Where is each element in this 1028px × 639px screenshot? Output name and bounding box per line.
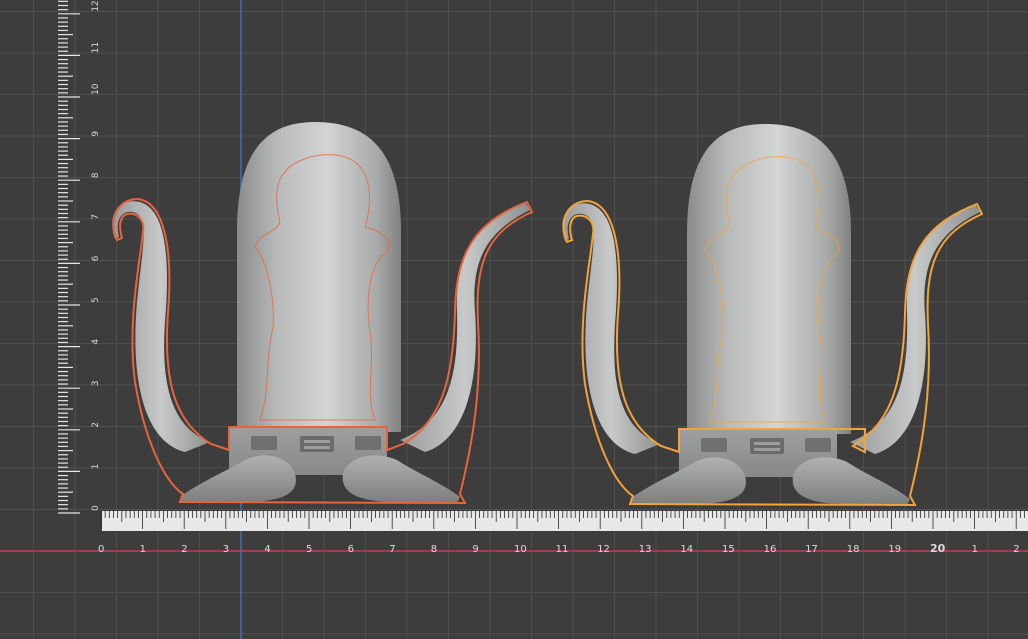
ruler-label: 10 bbox=[91, 83, 101, 95]
ruler-label: 4 bbox=[91, 339, 101, 345]
ruler-label: 0 bbox=[91, 505, 101, 511]
ruler-label: 13 bbox=[639, 544, 652, 555]
ruler-label: 3 bbox=[91, 380, 101, 386]
ruler-label: 6 bbox=[91, 255, 101, 261]
ruler-label: 1 bbox=[972, 544, 978, 555]
ruler-label: 7 bbox=[389, 544, 395, 555]
3d-viewport[interactable]: 0123456789101112 0 1 2 3 4 5 6 7 8 9 10 11 12 13 14 15 1… bbox=[0, 0, 1028, 639]
ruler-label: 8 bbox=[431, 544, 437, 555]
ruler-label: 11 bbox=[556, 544, 569, 555]
ruler-label: 20 bbox=[930, 542, 946, 555]
ruler-label: 9 bbox=[91, 131, 101, 137]
ruler-label: 9 bbox=[472, 544, 478, 555]
ruler-label: 3 bbox=[223, 544, 229, 555]
ruler-label: 4 bbox=[264, 544, 270, 555]
ruler-label: 10 bbox=[514, 544, 527, 555]
ruler-label: 16 bbox=[764, 544, 777, 555]
ruler-label: 8 bbox=[91, 172, 101, 178]
ruler-label: 15 bbox=[722, 544, 735, 555]
ruler-label: 2 bbox=[181, 544, 187, 555]
ruler-label: 1 bbox=[91, 464, 101, 470]
ruler-label: 12 bbox=[597, 544, 610, 555]
ruler-label: 19 bbox=[888, 544, 901, 555]
ruler-label: 5 bbox=[306, 544, 312, 555]
ruler-label: 11 bbox=[91, 42, 101, 53]
ruler-label: 2 bbox=[1013, 544, 1019, 555]
vertical-ruler: 0123456789101112 bbox=[58, 0, 101, 514]
ruler-label: 0 bbox=[98, 544, 104, 555]
ruler-label: 17 bbox=[805, 544, 818, 555]
ruler-label: 6 bbox=[348, 544, 354, 555]
ruler-label: 5 bbox=[91, 297, 101, 303]
ruler-label: 7 bbox=[91, 214, 101, 220]
ruler-label: 18 bbox=[847, 544, 860, 555]
ruler-label: 2 bbox=[91, 422, 101, 428]
ruler-label: 1 bbox=[140, 544, 146, 555]
ruler-label: 12 bbox=[91, 0, 101, 11]
ruler-label: 14 bbox=[680, 544, 693, 555]
